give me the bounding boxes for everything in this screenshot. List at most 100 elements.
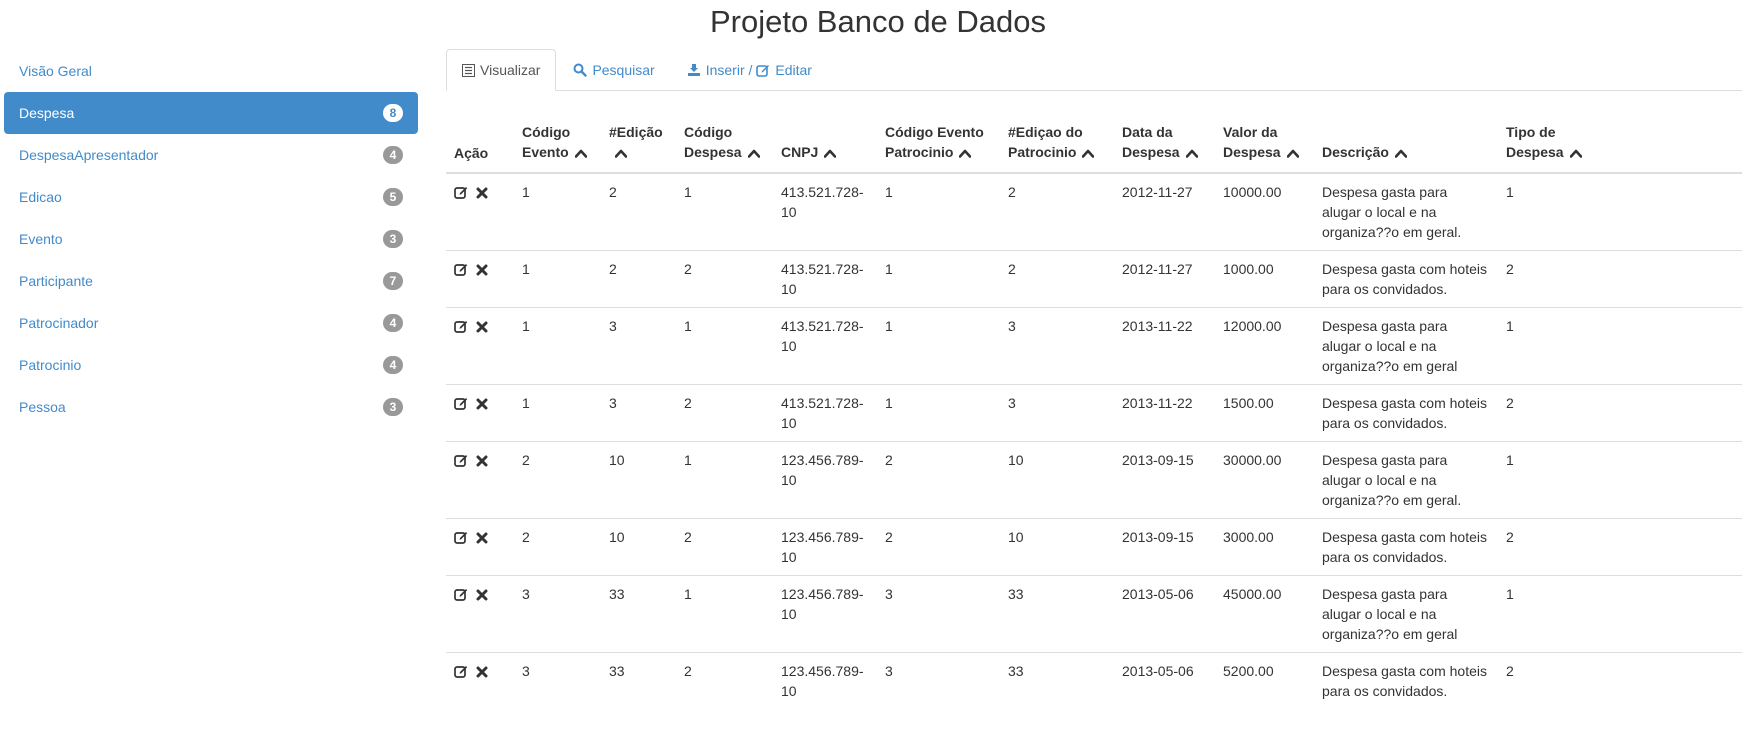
table-cell: 2013-05-06 xyxy=(1114,652,1215,710)
tab-inserir-editar[interactable]: Inserir / Editar xyxy=(672,50,827,90)
column-header-label: Código xyxy=(684,124,733,140)
column-header[interactable]: Tipo de Despesa xyxy=(1498,122,1742,175)
column-header-label: Despesa xyxy=(1122,144,1180,160)
sort-ascending-icon[interactable] xyxy=(747,143,760,163)
sort-ascending-icon[interactable] xyxy=(1394,143,1408,163)
table-cell: 3 xyxy=(514,652,601,710)
table-cell: Despesa gasta com hoteis para os convida… xyxy=(1314,384,1498,442)
column-header-label: Descrição xyxy=(1322,144,1389,160)
sort-ascending-icon[interactable] xyxy=(1286,143,1299,163)
sort-ascending-icon[interactable] xyxy=(824,143,837,163)
count-badge: 3 xyxy=(383,398,403,416)
table-cell: 1 xyxy=(1498,307,1742,385)
edit-icon[interactable] xyxy=(454,529,468,549)
table-cell: 413.521.728-10 xyxy=(773,384,877,442)
sort-ascending-icon[interactable] xyxy=(1185,143,1198,163)
table-cell: 2012-11-27 xyxy=(1122,184,1193,201)
column-header-label: Despesa xyxy=(684,144,742,160)
column-header[interactable]: CNPJ xyxy=(773,122,877,175)
sidebar-item-participante[interactable]: Participante 7 xyxy=(4,260,418,302)
table-cell: 2013-05-06 xyxy=(1114,575,1215,653)
sidebar-item-despesaapresentador[interactable]: DespesaApresentador 4 xyxy=(4,134,418,176)
tab-pesquisar[interactable]: Pesquisar xyxy=(558,50,669,90)
table-cell: 2 xyxy=(1498,384,1742,442)
sidebar-nav: Visão Geral Despesa 8 DespesaApresentador 4 E… xyxy=(4,50,418,428)
table-cell: 3 xyxy=(601,307,676,385)
column-header[interactable]: Código Evento Patrocinio xyxy=(877,122,1000,175)
edit-icon[interactable] xyxy=(454,395,468,415)
tab-pesquisar-label: Pesquisar xyxy=(592,62,655,78)
delete-icon[interactable] xyxy=(476,318,488,338)
table-cell: 2012-11-27 xyxy=(1114,250,1215,308)
table-cell: 30000.00 xyxy=(1215,441,1314,519)
table-cell: 3 xyxy=(1000,384,1114,442)
edit-icon[interactable] xyxy=(454,452,468,472)
column-header[interactable]: Código Despesa xyxy=(676,122,773,175)
action-cell xyxy=(446,250,514,308)
table-cell: 2 xyxy=(514,441,601,519)
action-cell xyxy=(446,575,514,653)
edit-icon[interactable] xyxy=(454,261,468,281)
sort-ascending-icon[interactable] xyxy=(1569,143,1582,163)
table-cell: 33 xyxy=(1000,575,1114,653)
sort-ascending-icon[interactable] xyxy=(614,143,628,163)
column-header[interactable]: Descrição xyxy=(1314,122,1498,175)
sort-ascending-icon[interactable] xyxy=(959,143,972,163)
table-cell: 413.521.728-10 xyxy=(781,184,864,221)
action-cell xyxy=(446,518,514,576)
column-header[interactable]: Código Evento xyxy=(514,122,601,175)
delete-icon[interactable] xyxy=(476,261,488,281)
table-cell: 2 xyxy=(609,184,617,201)
table-cell: 2 xyxy=(877,518,1000,576)
column-header-label: Patrocinio xyxy=(885,144,954,160)
sort-ascending-icon[interactable] xyxy=(1082,143,1095,163)
column-header[interactable]: #Edição xyxy=(601,122,676,175)
sidebar-item-patrocinio[interactable]: Patrocinio 4 xyxy=(4,344,418,386)
sidebar-item-visão-geral[interactable]: Visão Geral xyxy=(4,50,418,92)
table-row: 1 2 1 413.521.728-10 1 2 2012-11-27 10000.00 Des… xyxy=(446,173,1742,251)
column-header[interactable]: #Ediçao do Patrocinio xyxy=(1000,122,1114,175)
sidebar-item-label: Patrocinador xyxy=(19,315,99,331)
tab-visualizar[interactable]: Visualizar xyxy=(446,49,557,91)
table-cell: 1 xyxy=(676,441,773,519)
sidebar-item-evento[interactable]: Evento 3 xyxy=(4,218,418,260)
edit-icon[interactable] xyxy=(454,318,468,338)
table-cell: 2 xyxy=(1498,652,1742,710)
table-cell: 123.456.789-10 xyxy=(773,575,877,653)
sidebar-item-patrocinador[interactable]: Patrocinador 4 xyxy=(4,302,418,344)
edit-icon[interactable] xyxy=(454,184,468,204)
edit-icon[interactable] xyxy=(454,663,468,683)
delete-icon[interactable] xyxy=(476,586,488,606)
table-cell: 3 xyxy=(877,575,1000,653)
search-icon xyxy=(573,63,588,77)
sidebar-item-pessoa[interactable]: Pessoa 3 xyxy=(4,386,418,428)
delete-icon[interactable] xyxy=(476,184,488,204)
table-cell: 123.456.789-10 xyxy=(773,441,877,519)
table-header-row: Ação Código Evento #Edição Código Despesa CNPJ… xyxy=(446,122,1742,175)
table-cell: 1 xyxy=(1498,441,1742,519)
delete-icon[interactable] xyxy=(476,529,488,549)
despesa-table-container: Ação Código Evento #Edição Código Despesa CNPJ… xyxy=(446,122,1742,710)
column-header[interactable]: Data da Despesa xyxy=(1114,122,1215,175)
sidebar-item-edicao[interactable]: Edicao 5 xyxy=(4,176,418,218)
delete-icon[interactable] xyxy=(476,452,488,472)
column-header[interactable]: Valor da Despesa xyxy=(1215,122,1314,175)
count-badge: 4 xyxy=(383,146,403,164)
table-cell: 2 xyxy=(676,518,773,576)
table-cell: 10 xyxy=(1000,441,1114,519)
table-cell: 2 xyxy=(676,250,773,308)
sidebar-item-label: Patrocinio xyxy=(19,357,82,373)
table-cell: 3 xyxy=(514,575,601,653)
sort-ascending-icon[interactable] xyxy=(574,143,587,163)
delete-icon[interactable] xyxy=(476,395,488,415)
table-cell: 2013-09-15 xyxy=(1114,518,1215,576)
delete-icon[interactable] xyxy=(476,663,488,683)
edit-icon[interactable] xyxy=(454,586,468,606)
sidebar-item-despesa[interactable]: Despesa 8 xyxy=(4,92,418,134)
table-cell: 33 xyxy=(1000,652,1114,710)
table-cell: 1 xyxy=(676,575,773,653)
action-cell xyxy=(446,173,514,251)
table-cell: 1 xyxy=(522,184,530,201)
table-cell: 2013-11-22 xyxy=(1114,384,1215,442)
table-cell: 1 xyxy=(877,250,1000,308)
